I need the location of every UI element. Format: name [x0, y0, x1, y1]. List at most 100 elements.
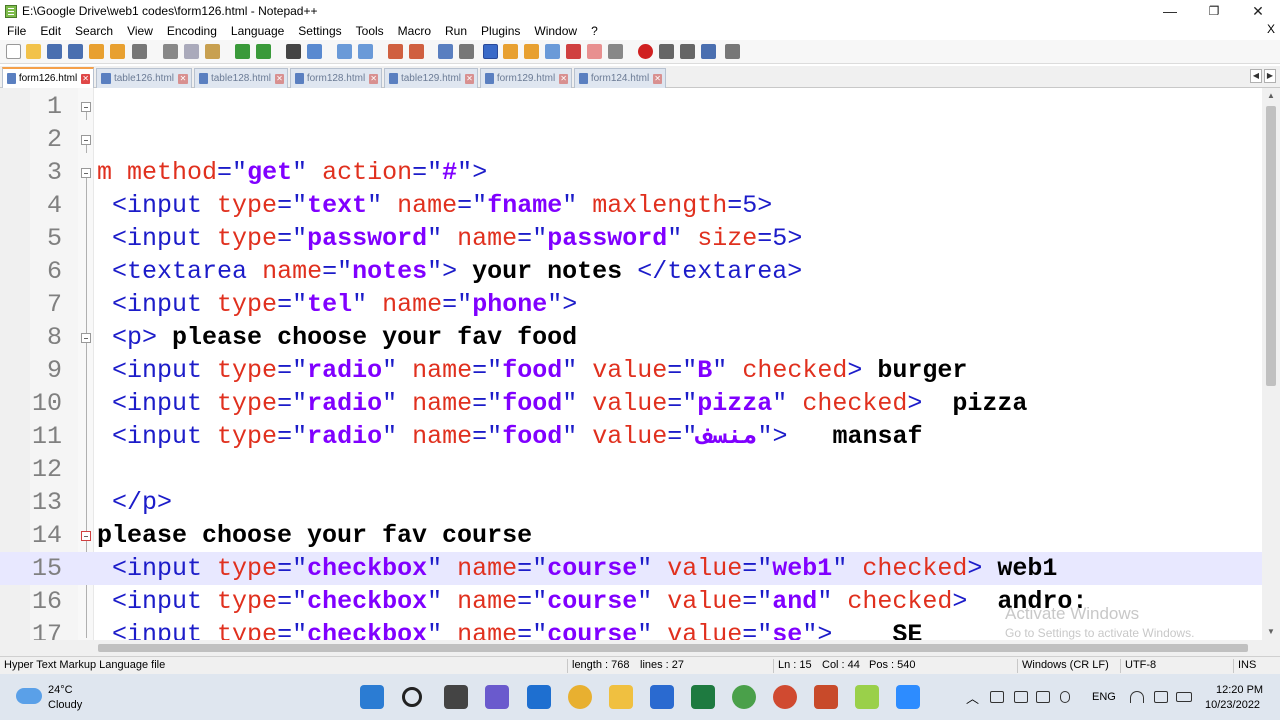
powerpoint-icon[interactable]: [814, 685, 838, 709]
close-button[interactable]: ✕: [1236, 0, 1280, 22]
notepad-plus-plus-icon[interactable]: [855, 685, 879, 709]
menu-language[interactable]: Language: [224, 24, 291, 38]
menu-encoding[interactable]: Encoding: [160, 24, 224, 38]
minimize-button[interactable]: —: [1148, 0, 1192, 22]
scroll-down-icon[interactable]: ▼: [1262, 624, 1280, 640]
clock-date[interactable]: 10/23/2022: [1205, 699, 1260, 711]
monitor-icon[interactable]: [1014, 691, 1028, 703]
tab-close-icon[interactable]: ✕: [465, 73, 474, 84]
fold-marker-icon[interactable]: [81, 333, 91, 343]
word-wrap-icon[interactable]: [438, 44, 453, 59]
scroll-up-icon[interactable]: ▲: [1262, 88, 1280, 104]
tab-close-icon[interactable]: ✕: [275, 73, 284, 84]
save-macro-icon[interactable]: [725, 44, 740, 59]
document-list-icon[interactable]: [587, 44, 602, 59]
zoom-icon[interactable]: [896, 685, 920, 709]
menu-edit[interactable]: Edit: [33, 24, 68, 38]
close-file-icon[interactable]: [89, 44, 104, 59]
tab-form124[interactable]: form124.html ✕: [574, 68, 666, 88]
sync-icon[interactable]: [990, 691, 1004, 703]
horizontal-scrollbar[interactable]: [0, 640, 1280, 656]
close-document-button[interactable]: X: [1267, 22, 1275, 36]
menu-file[interactable]: File: [0, 24, 33, 38]
fold-marker-icon[interactable]: [81, 102, 91, 112]
vertical-scrollbar[interactable]: ▲ ▼: [1262, 88, 1280, 640]
stop-recording-icon[interactable]: [659, 44, 674, 59]
show-all-characters-icon[interactable]: [459, 44, 474, 59]
new-file-icon[interactable]: [6, 44, 21, 59]
function-list-icon[interactable]: [545, 44, 560, 59]
battery-icon[interactable]: [1176, 692, 1192, 702]
zoom-out-icon[interactable]: [358, 44, 373, 59]
indent-guide-icon[interactable]: [483, 44, 498, 59]
open-file-icon[interactable]: [26, 44, 41, 59]
chrome-profile-icon[interactable]: [732, 685, 756, 709]
tab-scroll-left-icon[interactable]: ◀: [1250, 69, 1262, 83]
tab-form128[interactable]: form128.html ✕: [290, 68, 382, 88]
code-editor[interactable]: 1 2 3 m method="get" action="#"> 4 <inpu…: [0, 88, 1280, 656]
replace-icon[interactable]: [307, 44, 322, 59]
menu-macro[interactable]: Macro: [391, 24, 438, 38]
cut-icon[interactable]: [163, 44, 178, 59]
chrome-profile-icon[interactable]: [773, 685, 797, 709]
sync-horizontal-icon[interactable]: [409, 44, 424, 59]
sync-vertical-icon[interactable]: [388, 44, 403, 59]
mail-icon[interactable]: [527, 685, 551, 709]
weather-temperature[interactable]: 24°C: [48, 684, 73, 696]
cloud-weather-icon[interactable]: [16, 688, 42, 704]
chat-icon[interactable]: [485, 685, 509, 709]
insert-mode[interactable]: INS: [1233, 659, 1256, 673]
menu-window[interactable]: Window: [527, 24, 584, 38]
monitoring-icon[interactable]: [608, 44, 623, 59]
print-icon[interactable]: [132, 44, 147, 59]
dropbox-icon[interactable]: [1036, 691, 1050, 703]
windows-start-icon[interactable]: [360, 685, 384, 709]
menu-search[interactable]: Search: [68, 24, 120, 38]
tab-form126[interactable]: form126.html ✕: [2, 67, 94, 88]
undo-icon[interactable]: [235, 44, 250, 59]
save-all-icon[interactable]: [68, 44, 83, 59]
zoom-in-icon[interactable]: [337, 44, 352, 59]
record-macro-icon[interactable]: [638, 44, 653, 59]
user-language-icon[interactable]: [503, 44, 518, 59]
weather-condition[interactable]: Cloudy: [48, 699, 82, 711]
menu-settings[interactable]: Settings: [291, 24, 348, 38]
tab-scroll-right-icon[interactable]: ▶: [1264, 69, 1276, 83]
redo-icon[interactable]: [256, 44, 271, 59]
app-icon[interactable]: [650, 685, 674, 709]
maximize-button[interactable]: ❐: [1192, 0, 1236, 22]
find-icon[interactable]: [286, 44, 301, 59]
encoding[interactable]: UTF-8: [1120, 659, 1156, 673]
tab-table129[interactable]: table129.html ✕: [384, 68, 478, 88]
tab-close-icon[interactable]: ✕: [653, 73, 662, 84]
close-all-icon[interactable]: [110, 44, 125, 59]
playback-icon[interactable]: [680, 44, 695, 59]
line-ending[interactable]: Windows (CR LF): [1017, 659, 1109, 673]
show-hidden-icons-icon[interactable]: ︿: [966, 688, 979, 707]
fold-marker-icon[interactable]: [81, 531, 91, 541]
folder-as-workspace-icon[interactable]: [566, 44, 581, 59]
copy-icon[interactable]: [184, 44, 199, 59]
scrollbar-thumb[interactable]: [98, 644, 1248, 652]
wifi-icon[interactable]: [1130, 691, 1144, 703]
task-view-icon[interactable]: [444, 685, 468, 709]
microphone-icon[interactable]: [1060, 691, 1070, 703]
menu-view[interactable]: View: [120, 24, 160, 38]
scrollbar-thumb[interactable]: [1266, 106, 1276, 386]
menu-tools[interactable]: Tools: [349, 24, 391, 38]
fold-marker-icon[interactable]: [81, 135, 91, 145]
tab-close-icon[interactable]: ✕: [178, 73, 188, 84]
menu-help[interactable]: ?: [584, 24, 605, 38]
menu-plugins[interactable]: Plugins: [474, 24, 527, 38]
chrome-icon[interactable]: [568, 685, 592, 709]
excel-icon[interactable]: [691, 685, 715, 709]
fold-marker-icon[interactable]: [81, 168, 91, 178]
tab-form129[interactable]: form129.html ✕: [480, 68, 572, 88]
document-map-icon[interactable]: [524, 44, 539, 59]
search-icon[interactable]: [402, 687, 422, 707]
tab-close-icon[interactable]: ✕: [369, 73, 378, 84]
file-explorer-icon[interactable]: [609, 685, 633, 709]
tab-table126[interactable]: table126.html ✕: [96, 68, 192, 88]
paste-icon[interactable]: [205, 44, 220, 59]
run-macro-multiple-icon[interactable]: [701, 44, 716, 59]
